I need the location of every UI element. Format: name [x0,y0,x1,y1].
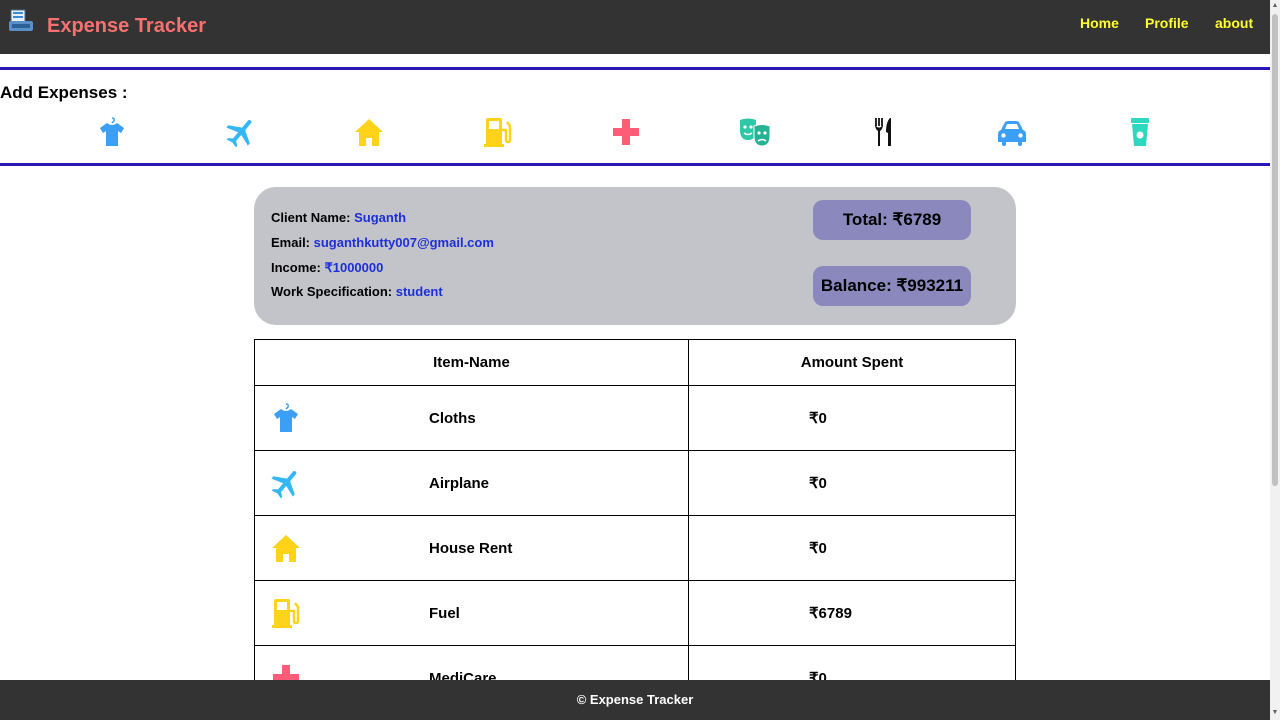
house-icon[interactable] [353,116,385,148]
nav-home-link[interactable]: Home [1080,15,1119,31]
airplane-icon [270,467,302,499]
item-name-header: Item-Name [254,339,689,386]
item-cell: Airplane [254,450,689,516]
item-cell: Fuel [254,580,689,646]
nav-profile-link[interactable]: Profile [1145,15,1189,31]
fuel-pump-icon[interactable] [482,116,514,148]
scroll-down-icon[interactable]: ▼ [1271,709,1279,717]
table-row: Fuel ₹6789 [254,580,1016,646]
total-badge: Total: ₹6789 [813,200,971,240]
fork-knife-icon[interactable] [867,116,899,148]
table-header-row: Item-Name Amount Spent [254,339,1016,386]
client-work-label: Work Specification: [271,284,393,299]
item-cell: House Rent [254,515,689,581]
coffee-cup-icon[interactable] [1124,116,1156,148]
client-email-value: suganthkutty007@gmail.com [313,235,494,250]
table-row: House Rent ₹0 [254,515,1016,581]
car-icon[interactable] [996,116,1028,148]
top-divider [0,67,1270,70]
client-work-value: student [395,284,443,299]
client-name-value: Suganth [354,210,407,225]
expense-tracker-logo-icon[interactable] [8,9,34,33]
amount-cell: ₹0 [688,385,1016,451]
client-email-row: Email: suganthkutty007@gmail.com [271,235,494,250]
client-work-row: Work Specification: student [271,284,443,299]
scroll-thumb[interactable] [1272,14,1278,486]
shirt-icon[interactable] [96,116,128,148]
client-income-value: ₹1000000 [324,260,384,275]
client-email-label: Email: [271,235,311,250]
item-name: Cloths [429,410,476,427]
amount-cell: ₹6789 [688,580,1016,646]
item-name: Airplane [429,475,490,492]
nav-about-link[interactable]: about [1215,15,1253,31]
table-row: Airplane ₹0 [254,450,1016,516]
item-name: Fuel [429,605,460,622]
page-scrollbar[interactable]: ▲ ▼ [1270,0,1280,720]
add-expenses-title: Add Expenses : [0,83,128,102]
scroll-up-icon[interactable]: ▲ [1271,2,1279,10]
balance-badge: Balance: ₹993211 [813,266,971,306]
client-income-label: Income: [271,260,321,275]
amount-cell: ₹0 [688,450,1016,516]
bottom-divider [0,163,1270,166]
client-name-label: Client Name: [271,210,351,225]
footer: © Expense Tracker [0,680,1270,720]
client-info-card: Client Name: Suganth Email: suganthkutty… [254,187,1016,325]
expenses-table: Item-Name Amount Spent Cloths ₹0 Airplan… [254,339,1016,711]
fuel-pump-icon [270,597,302,629]
table-row: Cloths ₹0 [254,385,1016,451]
airplane-icon[interactable] [225,116,257,148]
client-income-row: Income: ₹1000000 [271,260,383,276]
navbar: Expense Tracker Home Profile about [0,0,1270,54]
amount-spent-header: Amount Spent [688,339,1016,386]
item-name: House Rent [429,540,513,557]
house-icon [270,532,302,564]
app-title[interactable]: Expense Tracker [47,15,206,38]
medical-cross-icon[interactable] [610,116,642,148]
theater-masks-icon[interactable] [739,116,771,148]
item-cell: Cloths [254,385,689,451]
shirt-icon [270,402,302,434]
amount-cell: ₹0 [688,515,1016,581]
client-name-row: Client Name: Suganth [271,210,406,225]
